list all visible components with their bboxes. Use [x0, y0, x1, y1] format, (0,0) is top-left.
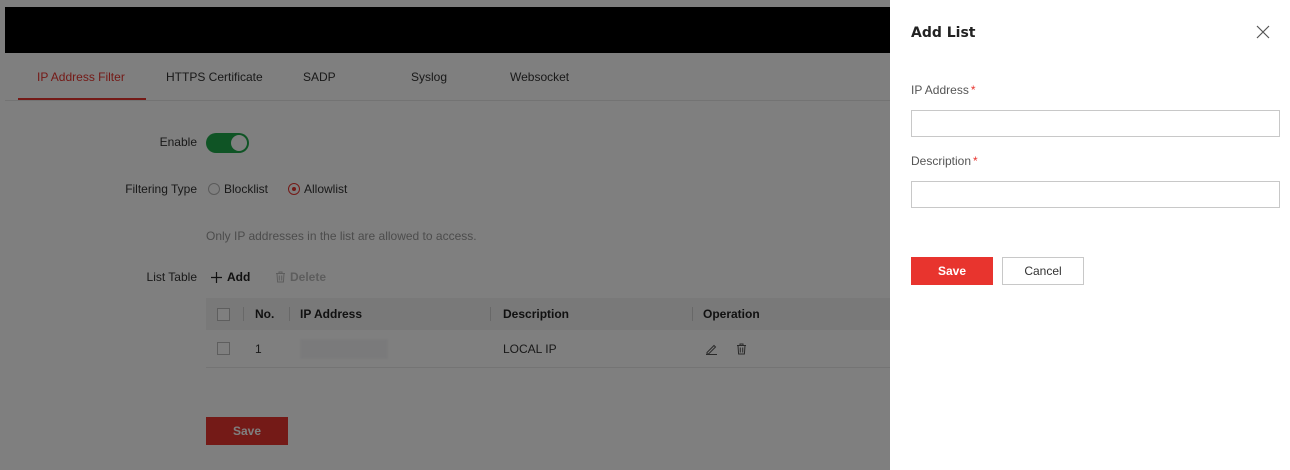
save-button[interactable]: Save: [911, 257, 993, 285]
description-input[interactable]: [911, 181, 1280, 208]
ip-address-field-label: IP Address *: [911, 83, 976, 97]
description-field-label: Description *: [911, 154, 978, 168]
ip-address-input[interactable]: [911, 110, 1280, 137]
required-mark: *: [970, 83, 976, 97]
ip-address-label-text: IP Address: [911, 83, 969, 97]
required-mark: *: [973, 154, 978, 168]
description-label-text: Description: [911, 154, 972, 168]
drawer-title: Add List: [911, 25, 976, 41]
close-icon[interactable]: [1255, 24, 1271, 40]
cancel-button[interactable]: Cancel: [1002, 257, 1084, 285]
add-list-drawer: Add List IP Address * Description * Save C…: [890, 0, 1290, 470]
modal-backdrop[interactable]: [0, 0, 890, 470]
